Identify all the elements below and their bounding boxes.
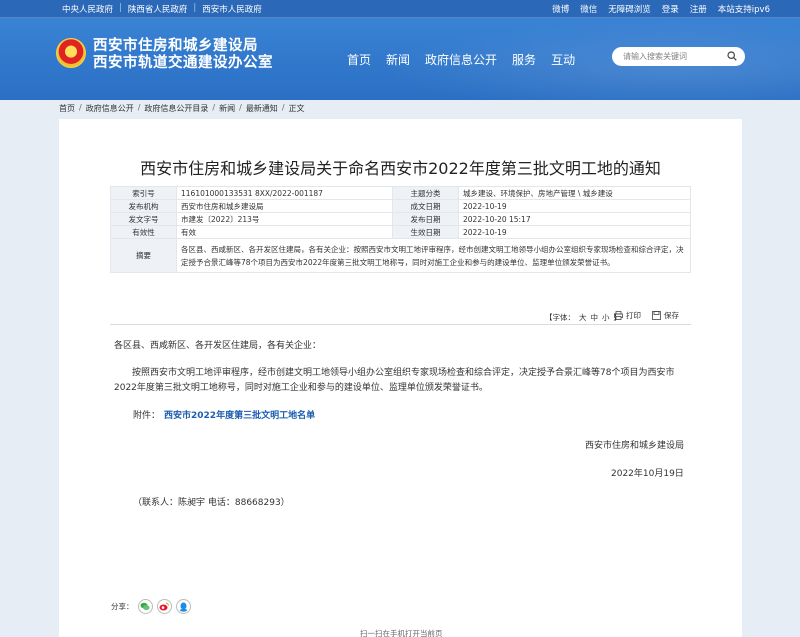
divider	[110, 324, 691, 325]
article-title: 西安市住房和城乡建设局关于命名西安市2022年度第三批文明工地的通知	[140, 159, 661, 178]
link-accessibility[interactable]: 无障碍浏览	[608, 3, 651, 15]
meta-value-validity: 有效	[176, 225, 393, 239]
nav-interaction[interactable]: 互动	[551, 51, 575, 68]
table-row: 有效性 有效 生效日期 2022-10-19	[110, 225, 691, 239]
font-small-button[interactable]: 小	[602, 312, 610, 323]
crumb-separator: /	[239, 103, 242, 112]
meta-value-org: 西安市住房和城乡建设局	[176, 199, 393, 213]
table-row: 发布机构 西安市住房和城乡建设局 成文日期 2022-10-19	[110, 199, 691, 213]
crumb-catalog[interactable]: 政府信息公开目录	[144, 103, 208, 114]
share-bar: 分享：	[111, 599, 191, 614]
save-label: 保存	[664, 311, 679, 320]
font-medium-button[interactable]: 中	[591, 312, 599, 323]
metadata-table: 索引号 116101000133531 8XX/2022-001187 主题分类…	[110, 186, 691, 273]
meta-label: 主题分类	[392, 186, 459, 200]
meta-label: 成文日期	[392, 199, 459, 213]
crumb-separator: /	[137, 103, 141, 112]
table-row: 索引号 116101000133531 8XX/2022-001187 主题分类…	[110, 186, 691, 200]
link-wechat[interactable]: 微信	[580, 3, 597, 15]
meta-label: 有效性	[110, 225, 177, 239]
crumb-news[interactable]: 新闻	[219, 103, 235, 114]
nav-info-disclosure[interactable]: 政府信息公开	[425, 51, 497, 68]
crumb-separator: /	[79, 103, 82, 112]
meta-value-pub-date: 2022-10-20 15:17	[458, 212, 691, 226]
search-input[interactable]	[623, 50, 723, 63]
font-size-switcher: 【字体： 大 中 小 】	[545, 312, 621, 323]
save-button[interactable]: 保存	[652, 310, 679, 321]
share-label: 分享：	[111, 602, 134, 611]
site-title[interactable]: 西安市住房和城乡建设局 西安市轨道交通建设办公室	[93, 38, 273, 72]
nav-news[interactable]: 新闻	[386, 51, 410, 68]
meta-value-index: 116101000133531 8XX/2022-001187	[176, 186, 393, 200]
nav-home[interactable]: 首页	[347, 51, 371, 68]
site-title-line2: 西安市轨道交通建设办公室	[93, 55, 273, 71]
meta-value-made-date: 2022-10-19	[458, 199, 691, 213]
meta-value-theme: 城乡建设、环境保护、房地产管理 \ 城乡建设	[458, 186, 691, 200]
signature-org: 西安市住房和城乡建设局	[585, 441, 685, 451]
ipv6-note: 本站支持ipv6	[717, 5, 770, 15]
meta-value-effect-date: 2022-10-19	[458, 225, 691, 239]
attachment-label: 附件：	[133, 411, 161, 421]
table-row: 摘要 各区县、西咸新区、各开发区住建局，各有关企业：按照西安市文明工地评审程序，…	[110, 238, 691, 273]
site-title-line1: 西安市住房和城乡建设局	[93, 38, 258, 54]
weibo-share-icon[interactable]	[156, 599, 172, 614]
search-box	[612, 47, 745, 66]
link-weibo[interactable]: 微博	[552, 3, 569, 15]
signature-date: 2022年10月19日	[611, 469, 684, 479]
body-paragraph: 按照西安市文明工地评审程序，经市创建文明工地领导小组办公室组织专家现场检查和综合…	[114, 368, 675, 393]
top-right-links: 微博 微信 无障碍浏览 登录 注册 本站支持ipv6	[552, 3, 770, 15]
qq-share-icon[interactable]	[175, 599, 191, 614]
qr-scan-note: 扫一扫在手机打开当前页	[360, 629, 443, 637]
top-links: 中央人民政府 | 陕西省人民政府 | 西安市人民政府	[62, 3, 262, 15]
main-nav: 首页 新闻 政府信息公开 服务 互动	[347, 51, 575, 68]
meta-label: 发布机构	[110, 199, 177, 213]
printer-icon	[614, 311, 623, 320]
save-disk-icon	[652, 311, 661, 320]
meta-label: 索引号	[110, 186, 177, 200]
attachment: 附件： 西安市2022年度第三批文明工地名单	[133, 409, 315, 424]
meta-value-abstract: 各区县、西咸新区、各开发区住建局，各有关企业：按照西安市文明工地评审程序，经市创…	[176, 238, 691, 273]
print-button[interactable]: 打印	[614, 310, 641, 321]
crumb-latest[interactable]: 最新通知	[246, 103, 278, 114]
crumb-separator: /	[212, 103, 216, 112]
salutation: 各区县、西咸新区、各开发区住建局，各有关企业：	[114, 341, 322, 351]
attachment-link[interactable]: 西安市2022年度第三批文明工地名单	[164, 409, 315, 424]
font-large-button[interactable]: 大	[579, 312, 587, 323]
search-icon[interactable]	[727, 51, 737, 61]
meta-label: 发布日期	[392, 212, 459, 226]
meta-value-docno: 市建发〔2022〕213号	[176, 212, 393, 226]
table-row: 发文字号 市建发〔2022〕213号 发布日期 2022-10-20 15:17	[110, 212, 691, 226]
nav-service[interactable]: 服务	[512, 51, 536, 68]
link-xian-gov[interactable]: 西安市人民政府	[202, 3, 262, 15]
link-login[interactable]: 登录	[662, 3, 679, 15]
crumb-current: 正文	[288, 104, 305, 113]
meta-label: 发文字号	[110, 212, 177, 226]
meta-label: 摘要	[110, 238, 177, 273]
breadcrumb: 首页 / 政府信息公开 / 政府信息公开目录 / 新闻 / 最新通知 / 正文	[59, 103, 305, 114]
contact-info: （联系人：陈昶宇 电话：88668293）	[133, 498, 290, 508]
divider: |	[193, 3, 197, 13]
meta-label: 生效日期	[392, 225, 459, 239]
divider: |	[119, 3, 122, 13]
font-prefix: 【字体：	[545, 313, 575, 322]
article-card: 西安市住房和城乡建设局关于命名西安市2022年度第三批文明工地的通知 索引号 1…	[59, 119, 742, 637]
link-register[interactable]: 注册	[690, 3, 707, 15]
crumb-separator: /	[281, 103, 285, 112]
crumb-info-disclosure[interactable]: 政府信息公开	[86, 103, 134, 114]
link-shaanxi-gov[interactable]: 陕西省人民政府	[128, 3, 188, 15]
top-bar: 中央人民政府 | 陕西省人民政府 | 西安市人民政府 微博 微信 无障碍浏览 登…	[0, 0, 800, 18]
link-central-gov[interactable]: 中央人民政府	[62, 3, 113, 15]
national-emblem-icon	[56, 38, 86, 68]
wechat-share-icon[interactable]	[137, 599, 153, 614]
site-header: 中央人民政府 | 陕西省人民政府 | 西安市人民政府 微博 微信 无障碍浏览 登…	[0, 0, 800, 100]
crumb-home[interactable]: 首页	[59, 103, 75, 114]
print-label: 打印	[626, 311, 641, 320]
